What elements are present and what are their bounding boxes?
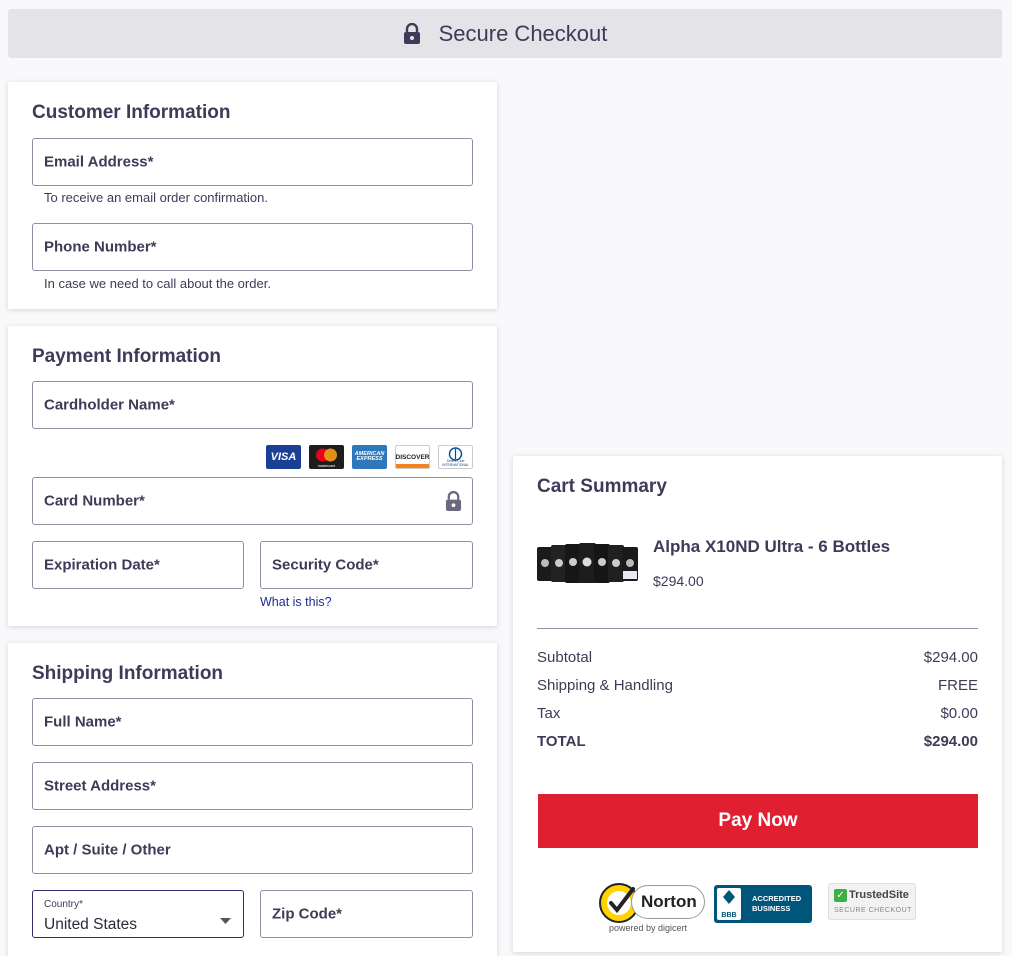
expiration-date-label: Expiration Date* <box>44 556 160 574</box>
diners-club-text: Diners Club INTERNATIONAL <box>442 459 469 467</box>
discover-stripe <box>396 464 429 468</box>
apt-suite-field[interactable]: Apt / Suite / Other <box>32 826 473 874</box>
mastercard-text: mastercard <box>317 464 336 468</box>
lock-icon <box>403 22 421 45</box>
zip-code-label: Zip Code* <box>272 905 342 923</box>
cart-summary-title: Cart Summary <box>537 476 667 497</box>
street-address-field[interactable]: Street Address* <box>32 762 473 810</box>
bbb-logo: BBB <box>717 888 741 920</box>
expiration-date-field[interactable]: Expiration Date* <box>32 541 244 589</box>
bbb-text: BBB <box>721 912 737 919</box>
shipping-row: Shipping & Handling FREE <box>537 677 978 694</box>
phone-field-label: Phone Number* <box>44 238 157 256</box>
security-code-field[interactable]: Security Code* <box>260 541 473 589</box>
norton-name: Norton <box>641 892 697 911</box>
trustedsite-name: TrustedSite <box>849 889 909 901</box>
discover-text: DISCOVER <box>395 453 430 461</box>
email-hint: To receive an email order confirmation. <box>44 190 268 205</box>
email-field[interactable]: Email Address* <box>32 138 473 186</box>
shipping-information-title: Shipping Information <box>32 663 224 684</box>
shipping-value: FREE <box>937 677 978 694</box>
subtotal-value: $294.00 <box>923 649 978 666</box>
cardholder-name-field[interactable]: Cardholder Name* <box>32 381 473 429</box>
trustedsite-subtext: SECURE CHECKOUT <box>834 907 912 914</box>
customer-information-card: Customer Information Email Address* To r… <box>8 82 497 309</box>
visa-text: VISA <box>270 451 297 463</box>
amex-text: AMERICAN EXPRESS <box>354 450 385 462</box>
phone-field[interactable]: Phone Number* <box>32 223 473 271</box>
customer-information-title: Customer Information <box>32 102 231 123</box>
trustedsite-badge: ✓ TrustedSite SECURE CHECKOUT <box>828 883 916 920</box>
full-name-field[interactable]: Full Name* <box>32 698 473 746</box>
full-name-label: Full Name* <box>44 713 122 731</box>
country-select-value: United States <box>44 916 138 933</box>
cart-summary-card: Cart Summary Alpha X10ND Ultra - 6 Bottl… <box>513 456 1002 952</box>
bbb-line2: BUSINESS <box>752 904 791 913</box>
trustedsite-check-icon: ✓ <box>834 889 847 902</box>
bbb-badge: BBB ACCREDITED BUSINESS <box>714 885 812 923</box>
total-value: $294.00 <box>923 733 978 750</box>
security-code-label: Security Code* <box>272 556 379 574</box>
subtotal-row: Subtotal $294.00 <box>537 649 978 666</box>
diners-club-card-icon: Diners Club INTERNATIONAL <box>438 445 473 469</box>
subtotal-label: Subtotal <box>537 649 593 666</box>
total-label: TOTAL <box>537 733 586 750</box>
country-select[interactable]: Country* United States <box>32 890 244 938</box>
pay-now-button[interactable]: Pay Now <box>538 794 978 848</box>
norton-badge: Norton powered by digicert <box>597 879 707 935</box>
norton-subtext: powered by digicert <box>609 923 688 933</box>
email-field-label: Email Address* <box>44 153 154 171</box>
payment-information-card: Payment Information Cardholder Name* Car… <box>8 326 497 626</box>
what-is-this-link[interactable]: What is this? <box>260 595 332 609</box>
chevron-down-icon <box>220 911 231 929</box>
card-number-label: Card Number* <box>44 492 145 510</box>
cardholder-name-label: Cardholder Name* <box>44 396 175 414</box>
tax-row: Tax $0.00 <box>537 705 978 722</box>
product-image <box>537 543 638 584</box>
apt-suite-label: Apt / Suite / Other <box>44 841 171 859</box>
discover-card-icon: DISCOVER <box>395 445 430 469</box>
country-select-label: Country* <box>44 899 83 910</box>
tax-label: Tax <box>537 705 561 722</box>
total-row: TOTAL $294.00 <box>537 733 978 750</box>
phone-hint: In case we need to call about the order. <box>44 276 271 291</box>
page-title: Secure Checkout <box>438 20 608 46</box>
mastercard-icon: mastercard <box>309 445 344 469</box>
shipping-information-card: Shipping Information Full Name* Street A… <box>8 643 497 956</box>
summary-divider <box>537 628 978 629</box>
secure-checkout-header: Secure Checkout <box>8 9 1002 58</box>
tax-value: $0.00 <box>940 705 978 722</box>
amex-card-icon: AMERICAN EXPRESS <box>352 445 387 469</box>
shipping-label: Shipping & Handling <box>537 677 673 694</box>
product-price: $294.00 <box>653 573 704 589</box>
visa-card-icon: VISA <box>266 445 301 469</box>
bbb-line1: ACCREDITED <box>752 894 802 903</box>
product-name: Alpha X10ND Ultra - 6 Bottles <box>653 537 891 556</box>
street-address-label: Street Address* <box>44 777 156 795</box>
payment-information-title: Payment Information <box>32 346 221 367</box>
zip-code-field[interactable]: Zip Code* <box>260 890 473 938</box>
card-number-field[interactable]: Card Number* <box>32 477 473 525</box>
lock-icon <box>445 490 462 517</box>
